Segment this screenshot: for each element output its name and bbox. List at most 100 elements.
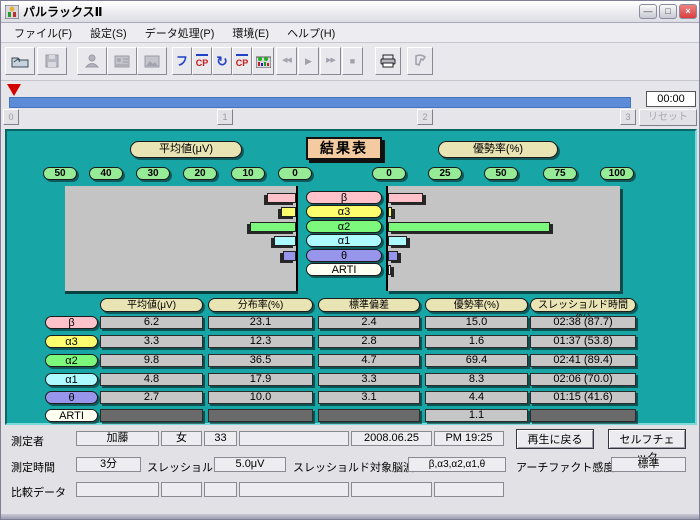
stop-button[interactable]: ■: [342, 47, 363, 75]
menu-item-file[interactable]: ファイル(F): [5, 23, 81, 43]
row-label-alpha2: α2: [45, 354, 98, 367]
right-tick-50: 50: [484, 167, 518, 180]
phone-button[interactable]: [407, 47, 433, 75]
fast-forward-button[interactable]: ▶▶: [320, 47, 341, 75]
bar-dom-alpha2: [388, 222, 550, 232]
timeline-panel: 00:00 0 1 2 3 リセット: [1, 81, 700, 129]
back-to-playback-button[interactable]: 再生に戻る: [516, 429, 594, 449]
cell-a2-mean: 9.8: [100, 354, 203, 367]
bar-dom-theta: [388, 251, 398, 261]
bar-dom-alpha3: [388, 207, 392, 217]
bar-mean-alpha1: [274, 236, 296, 246]
measurer-extra-field: [239, 431, 349, 446]
toolbar: フ CP ↻ CP ◀◀ ▶ ▶▶ ■: [1, 43, 700, 81]
level-meter-button[interactable]: [252, 47, 274, 75]
right-tick-0: 0: [372, 167, 406, 180]
maximize-button[interactable]: □: [659, 4, 677, 19]
left-tick-30: 30: [136, 167, 170, 180]
rewind-button[interactable]: ◀◀: [276, 47, 297, 75]
left-tick-0: 0: [278, 167, 312, 180]
comparison-field-3: [204, 482, 237, 497]
bar-mean-alpha3: [281, 207, 296, 217]
cell-th-time: 01:15 (41.6): [530, 391, 636, 404]
left-tick-40: 40: [89, 167, 123, 180]
cell-a3-dist: 12.3: [208, 335, 313, 348]
cell-a1-dist: 17.9: [208, 373, 313, 386]
left-tick-50: 50: [43, 167, 77, 180]
right-tick-75: 75: [543, 167, 577, 180]
reset-button[interactable]: リセット: [639, 109, 697, 126]
band-label-arti: ARTI: [306, 263, 382, 276]
left-tick-10: 10: [231, 167, 265, 180]
window-bottom-edge: [1, 514, 700, 520]
cell-a1-dom: 8.3: [425, 373, 528, 386]
graph-image-button[interactable]: [137, 47, 167, 75]
cell-th-mean: 2.7: [100, 391, 203, 404]
self-check-button[interactable]: セルフチェック: [608, 429, 686, 449]
measurement-monitor-button[interactable]: [107, 47, 137, 75]
cell-th-sd: 3.1: [318, 391, 420, 404]
hook-tool-button[interactable]: フ: [172, 47, 192, 75]
cp-meter-button[interactable]: CP: [192, 47, 212, 75]
row-label-alpha1: α1: [45, 373, 98, 386]
comparison-field-1: [76, 482, 159, 497]
menu-item-data-processing[interactable]: データ処理(P): [136, 23, 224, 43]
marker-3[interactable]: 3: [620, 109, 636, 125]
cell-beta-dist: 23.1: [208, 316, 313, 329]
menu-item-settings[interactable]: 設定(S): [81, 23, 136, 43]
dominance-bar-chart: [386, 186, 620, 291]
cp-meter-icon: CP: [196, 54, 209, 69]
refresh-button[interactable]: ↻: [212, 47, 232, 75]
open-button[interactable]: [5, 47, 35, 75]
col-header-mean: 平均値(μV): [100, 298, 203, 312]
row-label-theta: θ: [45, 391, 98, 404]
row-label-arti: ARTI: [45, 409, 98, 422]
timeline-progress-bar[interactable]: [9, 97, 631, 108]
rewind-icon: ◀◀: [282, 55, 291, 67]
close-button[interactable]: ×: [679, 4, 697, 19]
cell-a2-time: 02:41 (89.4): [530, 354, 636, 367]
app-icon: [5, 5, 19, 19]
threshold-target-label: スレッショルド対象脳波: [293, 459, 414, 475]
hook-icon: フ: [176, 55, 188, 67]
cell-a3-time: 01:37 (53.8): [530, 335, 636, 348]
bar-dom-arti: [388, 265, 391, 275]
comparison-field-4: [239, 482, 349, 497]
duration-field: 3分: [76, 457, 141, 472]
marker-2[interactable]: 2: [417, 109, 433, 125]
marker-0[interactable]: 0: [3, 109, 19, 125]
comparison-data-label: 比較データ: [11, 484, 66, 500]
menu-item-help[interactable]: ヘルプ(H): [278, 23, 344, 43]
measurer-name-field: 加藤: [76, 431, 159, 446]
print-button[interactable]: [375, 47, 401, 75]
patient-info-button[interactable]: [77, 47, 107, 75]
minimize-button[interactable]: —: [639, 4, 657, 19]
comparison-field-5: [351, 482, 432, 497]
cell-beta-dom: 15.0: [425, 316, 528, 329]
open-folder-icon: [11, 55, 29, 68]
time-display: 00:00: [646, 91, 696, 107]
cell-a2-dom: 69.4: [425, 354, 528, 367]
cell-arti-dom: 1.1: [425, 409, 528, 422]
play-button[interactable]: ▶: [298, 47, 319, 75]
duration-label: 測定時間: [11, 459, 55, 475]
phone-handset-icon: [413, 54, 428, 68]
printer-icon: [380, 54, 396, 68]
cell-a1-time: 02:06 (70.0): [530, 373, 636, 386]
bar-mean-theta: [283, 251, 296, 261]
measure-date-field: 2008.06.25: [351, 431, 432, 446]
cell-th-dom: 4.4: [425, 391, 528, 404]
right-tick-100: 100: [600, 167, 634, 180]
save-button[interactable]: [37, 47, 67, 75]
cell-th-dist: 10.0: [208, 391, 313, 404]
cell-beta-time: 02:38 (87.7): [530, 316, 636, 329]
marker-1[interactable]: 1: [217, 109, 233, 125]
measure-time-field: PM 19:25: [434, 431, 504, 446]
cp-reset-button[interactable]: CP: [232, 47, 252, 75]
threshold-field: 5.0μV: [214, 457, 286, 472]
floppy-disk-icon: [45, 54, 59, 68]
position-marker-icon[interactable]: [7, 84, 21, 96]
level-meter-icon: [256, 55, 271, 68]
menu-item-environment[interactable]: 環境(E): [223, 23, 278, 43]
measurer-age-field: 33: [204, 431, 237, 446]
